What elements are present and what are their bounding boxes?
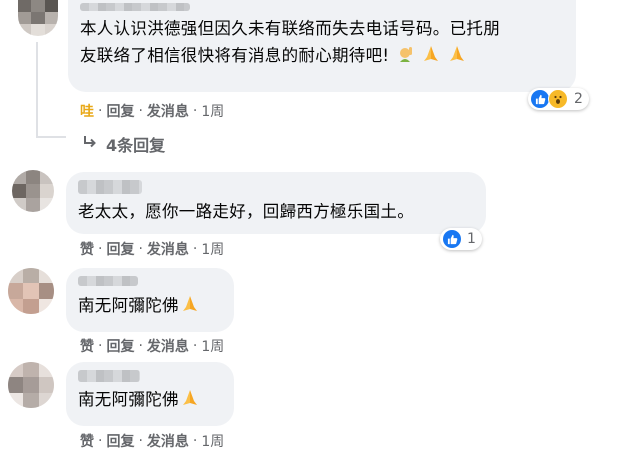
comment-text: 南无阿彌陀佛 xyxy=(78,292,222,321)
folded-hands-emoji xyxy=(422,44,440,71)
reply-button[interactable]: 回复 xyxy=(106,431,134,451)
message-button[interactable]: 发消息 xyxy=(147,101,189,121)
reaction-summary[interactable]: 1 xyxy=(440,228,482,250)
avatar[interactable] xyxy=(8,362,54,408)
reply-button[interactable]: 回复 xyxy=(106,239,134,259)
comment-bubble: 南无阿彌陀佛 xyxy=(66,268,234,332)
comment-actions: 赞 · 回复 · 发消息 · 1周 xyxy=(80,431,225,451)
comment-actions: 哇 · 回复 · 发消息 · 1周 xyxy=(80,101,225,121)
message-button[interactable]: 发消息 xyxy=(147,431,189,451)
reaction-count: 2 xyxy=(574,91,583,107)
like-reaction-icon xyxy=(531,90,549,108)
author-name-blurred[interactable] xyxy=(78,180,142,194)
author-name-blurred[interactable] xyxy=(78,370,140,382)
view-replies-link[interactable]: 4条回复 xyxy=(82,132,165,156)
comment-bubble: 本人认识洪德强但因久未有联络而失去电话号码。已托朋 友联络了相信很快将有消息的耐… xyxy=(68,0,576,92)
comment-text: 老太太，愿你一路走好，回歸西方極乐国土。 xyxy=(78,202,414,221)
timestamp[interactable]: 1周 xyxy=(201,336,224,356)
avatar[interactable] xyxy=(8,268,54,314)
comment-text: 本人认识洪德强但因久未有联络而失去电话号码。已托朋 友联络了相信很快将有消息的耐… xyxy=(80,15,564,71)
timestamp[interactable]: 1周 xyxy=(201,101,224,121)
reply-button[interactable]: 回复 xyxy=(106,101,134,121)
avatar[interactable] xyxy=(18,0,58,36)
like-button[interactable]: 赞 xyxy=(80,239,94,259)
thread-line xyxy=(36,42,38,138)
message-button[interactable]: 发消息 xyxy=(147,239,189,259)
like-button[interactable]: 赞 xyxy=(80,431,94,451)
like-button[interactable]: 赞 xyxy=(80,336,94,356)
reply-button[interactable]: 回复 xyxy=(106,336,134,356)
reaction-summary[interactable]: 2 xyxy=(528,88,589,110)
avatar[interactable] xyxy=(12,170,54,212)
comment-text: 南无阿彌陀佛 xyxy=(78,386,222,415)
wow-reaction-icon xyxy=(548,89,568,109)
raising-hand-emoji xyxy=(397,44,415,71)
replies-count-label: 4条回复 xyxy=(106,136,166,155)
reaction-count: 1 xyxy=(467,231,476,247)
author-name-blurred[interactable] xyxy=(78,276,138,286)
author-name-blurred[interactable] xyxy=(80,3,190,11)
reply-arrow-icon xyxy=(82,134,98,154)
thread-line-curve xyxy=(36,136,66,138)
comment-bubble: 南无阿彌陀佛 xyxy=(66,362,234,426)
comment-bubble: 老太太，愿你一路走好，回歸西方極乐国土。 xyxy=(66,172,486,234)
comment-actions: 赞 · 回复 · 发消息 · 1周 xyxy=(80,336,225,356)
comment-actions: 赞 · 回复 · 发消息 · 1周 xyxy=(80,239,225,259)
folded-hands-emoji xyxy=(448,44,466,71)
timestamp[interactable]: 1周 xyxy=(201,431,224,451)
like-button[interactable]: 哇 xyxy=(80,101,94,121)
message-button[interactable]: 发消息 xyxy=(147,336,189,356)
like-reaction-icon xyxy=(443,230,461,248)
folded-hands-emoji xyxy=(181,388,199,415)
timestamp[interactable]: 1周 xyxy=(201,239,224,259)
folded-hands-emoji xyxy=(181,294,199,321)
